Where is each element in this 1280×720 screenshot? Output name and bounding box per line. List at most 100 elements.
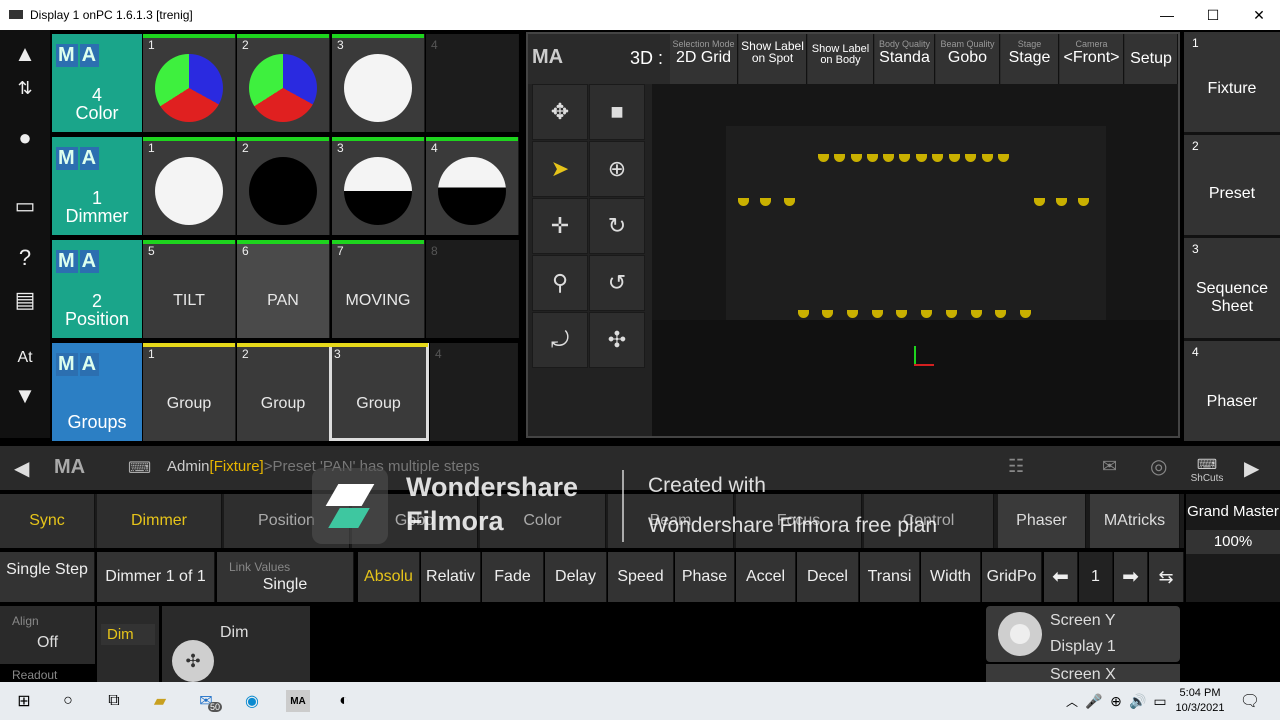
clock[interactable]: 5:04 PM 10/3/2021 [1170,686,1230,716]
phase-button[interactable]: Phase [675,552,735,602]
view-phaser-button[interactable]: 4 Phaser [1184,341,1280,441]
feature-menu-icon[interactable]: ⇆ [1149,552,1184,602]
user-icon[interactable]: ● [0,114,50,162]
camera-icon[interactable]: ■ [589,84,645,140]
show-label-body-button[interactable]: Show Label on Body [808,34,874,84]
pan-icon[interactable]: ✛ [532,198,588,254]
body-quality-button[interactable]: Body Quality Standa [875,34,935,84]
pool-title-position[interactable]: MA 2 Position [52,240,142,338]
orbit-icon[interactable]: ⤾ [532,312,588,368]
file-explorer-icon[interactable]: ▰ [148,690,172,712]
group-cell[interactable]: 2 Group [237,343,330,441]
arrow-right-icon[interactable]: ▶ [1244,456,1259,481]
move-arrows-icon[interactable]: ✥ [532,84,588,140]
preset-cell[interactable]: 4 [426,137,519,235]
network-icon[interactable]: ⊕ [1104,690,1128,712]
show-label-spot-button[interactable]: Show Label on Spot [739,34,807,84]
dimmer-of-display[interactable]: Dimmer 1 of 1 [97,552,215,602]
dim-encoder[interactable]: Dim ✣ [162,606,310,682]
beam-quality-button[interactable]: Beam Quality Gobo [936,34,1000,84]
group-cell[interactable]: 1 Group [143,343,236,441]
view-sequence-sheet-button[interactable]: 3 Sequence Sheet [1184,238,1280,338]
preset-cell-tilt[interactable]: 5 TILT [143,240,236,338]
group-cell-selected[interactable]: 3 Group [329,343,429,441]
sheet-icon[interactable]: ▤ [0,276,50,324]
camera-button[interactable]: Camera <Front> [1060,34,1124,84]
absolute-button[interactable]: Absolu [358,552,420,602]
relative-button[interactable]: Relativ [421,552,481,602]
obs-icon[interactable]: ◐ [332,690,356,712]
preset-cell-moving[interactable]: 7 MOVING [332,240,425,338]
readout-button[interactable]: Readout [0,668,95,682]
dimmer-type-button[interactable]: Dimmer [97,494,222,548]
encoder-knob-icon[interactable]: ✣ [172,640,214,682]
phaser-button[interactable]: Phaser [998,494,1086,548]
preset-cell[interactable]: 2 [237,34,330,132]
single-step-button[interactable]: Single Step [0,552,95,602]
mail-icon[interactable]: ✉ [1102,456,1117,477]
maximize-button[interactable]: ☐ [1190,0,1236,30]
task-view-icon[interactable]: ⧉ [102,690,126,712]
rotate-icon[interactable]: ↻ [589,198,645,254]
preset-cell[interactable]: 1 [143,34,236,132]
speed-button[interactable]: Speed [608,552,674,602]
fit-icon[interactable]: ✣ [589,312,645,368]
decel-button[interactable]: Decel [797,552,859,602]
battery-icon[interactable]: ▭ [1148,690,1172,712]
rotate-ccw-icon[interactable]: ↺ [589,255,645,311]
arrow-left-icon[interactable]: ◀ [14,456,29,481]
preset-cell-pan[interactable]: 6 PAN [237,240,330,338]
pool-title-dimmer[interactable]: MA 1 Dimmer [52,137,142,235]
windows-start-icon[interactable]: ⊞ [12,690,36,712]
keyboard-icon[interactable]: ⌨ [128,458,151,478]
page-left-icon[interactable]: ⬅ [1044,552,1078,602]
stage-button[interactable]: Stage Stage [1001,34,1059,84]
view-fixture-button[interactable]: 1 Fixture [1184,32,1280,132]
dim-attribute[interactable]: Dim [97,606,159,682]
preset-cell-empty[interactable]: 8 [426,240,519,338]
ma-onpc-taskbar-icon[interactable]: MA [286,690,310,712]
monitor-icon[interactable]: ▭ [0,182,50,230]
grid-position-button[interactable]: GridPo [982,552,1042,602]
tray-chevron-icon[interactable]: ︿ [1060,690,1084,712]
screen-x-button[interactable]: Screen X [986,664,1180,684]
zoom-icon[interactable]: ⚲ [532,255,588,311]
transition-button[interactable]: Transi [860,552,920,602]
fade-button[interactable]: Fade [482,552,544,602]
edge-icon[interactable]: ◉ [240,690,264,712]
shortcuts-button[interactable]: ⌨ ShCuts [1184,456,1230,484]
microphone-icon[interactable]: 🎤 [1082,690,1106,712]
select-pointer-icon[interactable]: ➤ [532,141,588,197]
link-values-button[interactable]: Link Values Single [217,552,354,602]
width-button[interactable]: Width [921,552,981,602]
pool-title-groups[interactable]: MA Groups [52,343,142,441]
stage-view[interactable] [652,84,1178,436]
preset-cell[interactable]: 3 [332,34,425,132]
grand-master[interactable]: Grand Master 100% [1186,494,1280,602]
globe-icon[interactable]: ◎ [1150,454,1167,479]
setup-button[interactable]: Setup [1125,34,1178,84]
preset-cell[interactable]: 1 [143,137,236,235]
pool-title-color[interactable]: MA 4 Color [52,34,142,132]
minimize-button[interactable]: — [1144,0,1190,30]
view-preset-button[interactable]: 2 Preset [1184,135,1280,235]
help-icon[interactable]: ? [0,234,50,282]
matricks-button[interactable]: MAtricks [1090,494,1180,548]
screen-y-button[interactable]: Screen Y Display 1 [986,606,1180,662]
filter-icon[interactable]: ▼ [0,372,50,420]
crosshair-icon[interactable]: ⊕ [589,141,645,197]
network-tree-icon[interactable]: ☷ [1008,456,1024,477]
close-button[interactable]: ✕ [1236,0,1280,30]
page-right-icon[interactable]: ➡ [1114,552,1148,602]
align-button[interactable]: Align Off [0,606,95,664]
volume-icon[interactable]: 🔊 [1126,690,1150,712]
search-icon[interactable]: ○ [56,690,80,712]
selection-mode-button[interactable]: Selection Mode 2D Grid [670,34,738,84]
sync-button[interactable]: Sync [0,494,95,548]
preset-cell[interactable]: 3 [332,137,425,235]
group-cell-empty[interactable]: 4 [430,343,518,441]
notifications-icon[interactable]: 🗨 [1238,690,1262,712]
preset-cell-empty[interactable]: 4 [426,34,519,132]
faders-icon[interactable]: ⇅ [0,64,50,112]
preset-cell[interactable]: 2 [237,137,330,235]
